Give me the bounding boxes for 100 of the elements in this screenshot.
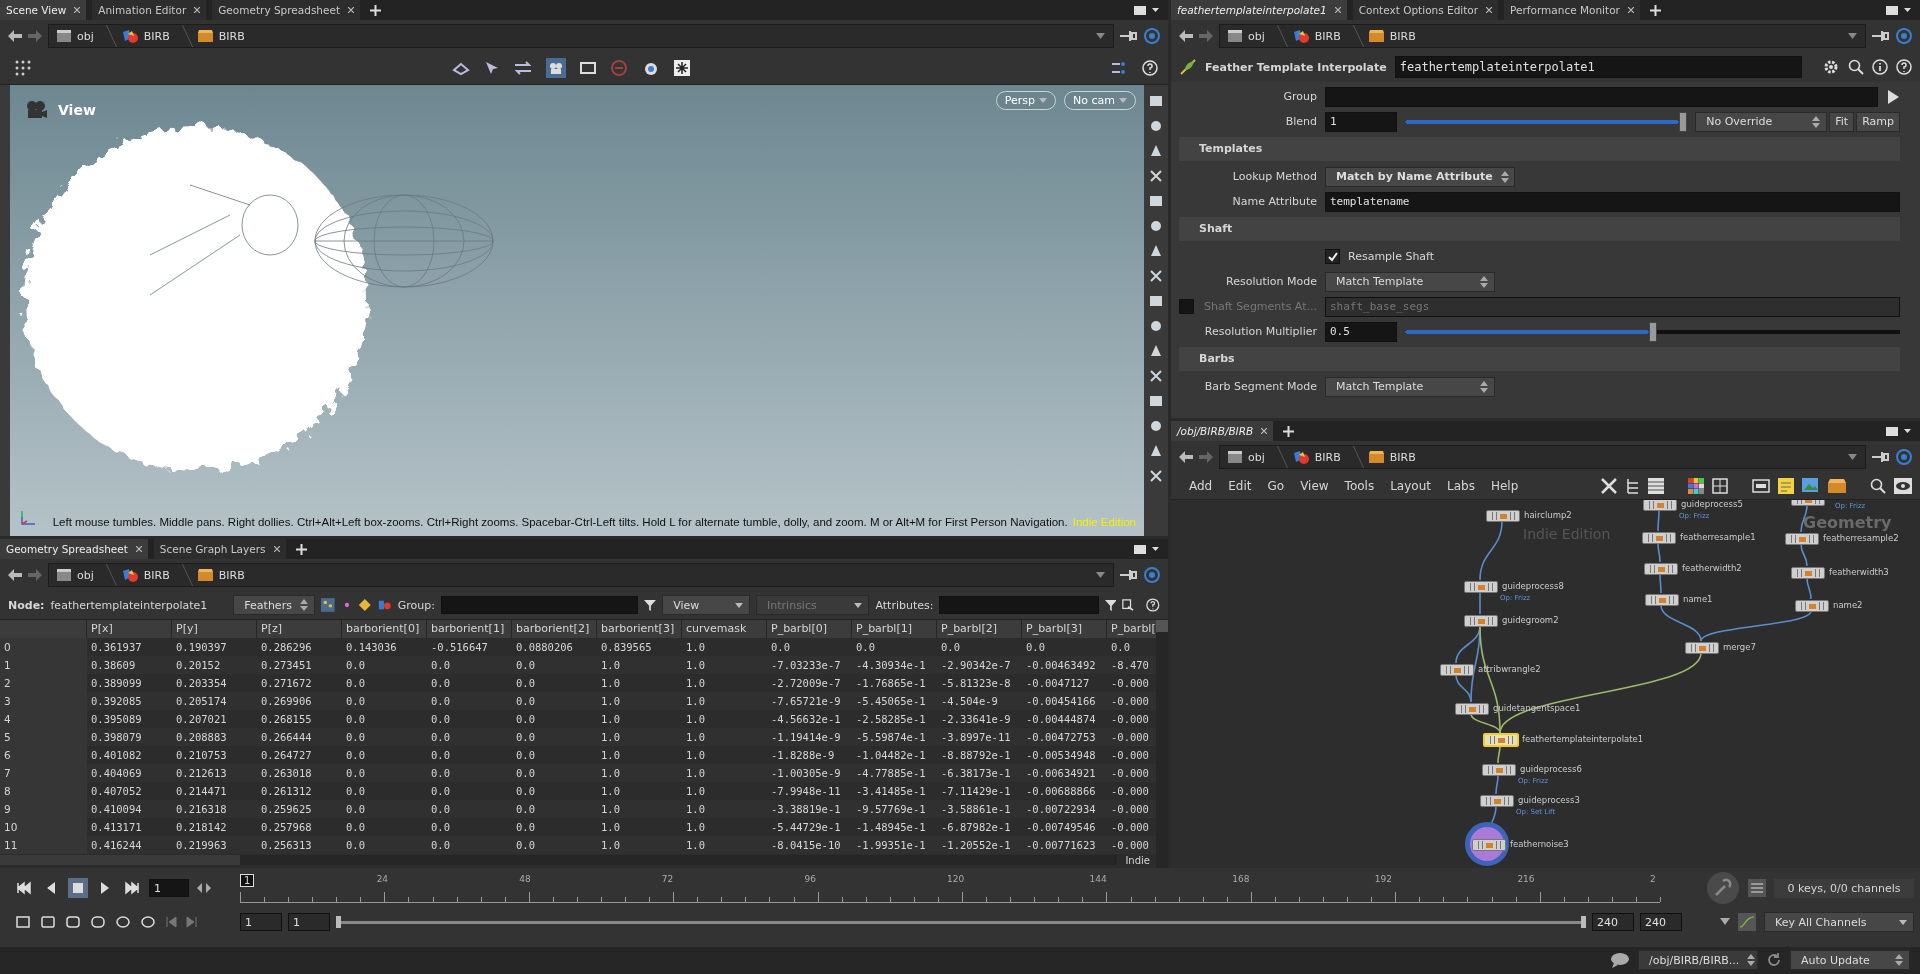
node-label[interactable]: name2 — [1833, 600, 1863, 610]
menu-item[interactable]: Go — [1263, 479, 1289, 493]
node-label[interactable]: feathertemplateinterpolate1 — [1522, 734, 1644, 744]
section-header[interactable]: Barbs — [1179, 347, 1900, 371]
column-header[interactable]: barborient[1] — [427, 620, 512, 638]
update-mode-menu[interactable]: Auto Update — [1790, 950, 1910, 971]
node-label[interactable]: featherresample1 — [1680, 532, 1756, 542]
pane-tab[interactable]: /obj/BIRB/BIRB — [1171, 421, 1274, 441]
pane-tab[interactable]: Context Options Editor — [1352, 0, 1499, 20]
text-field[interactable]: templatename — [1325, 191, 1900, 212]
node-label[interactable]: guideprocess8 — [1502, 581, 1564, 591]
menu-item[interactable]: Labs — [1442, 479, 1479, 493]
table-cell-text: -0.00463492 — [1025, 658, 1097, 673]
section-header[interactable]: Templates — [1179, 137, 1900, 161]
node-label[interactable]: hairclump2 — [1524, 510, 1572, 520]
path-segment[interactable]: BIRB — [1314, 450, 1341, 464]
node-type-label: Feather Template Interpolate — [1205, 60, 1387, 74]
range-end-field[interactable]: 240 — [1640, 913, 1682, 931]
table-cell-text: 0.0 — [345, 820, 366, 835]
column-header[interactable]: P[z] — [257, 620, 342, 638]
path-segment[interactable]: BIRB — [1314, 29, 1341, 43]
table-cell-text: -8.0415e-10 — [770, 838, 842, 853]
path-segment[interactable]: BIRB — [143, 568, 170, 582]
node-label[interactable]: guideprocess5 — [1681, 500, 1743, 509]
camera-menu-button[interactable]: No cam — [1064, 91, 1136, 110]
node-label[interactable]: name1 — [1683, 594, 1713, 604]
parameter-button[interactable]: Fit — [1829, 111, 1855, 132]
dropdown-menu[interactable]: Match Template — [1325, 271, 1495, 292]
path-segment[interactable]: obj — [77, 568, 94, 582]
frame-field[interactable]: 1 — [149, 879, 189, 897]
path-segment[interactable]: obj — [1248, 29, 1265, 43]
table-cell-text: 0.401082 — [90, 748, 143, 763]
camera-menu-button[interactable]: Persp — [995, 91, 1057, 110]
menu-item[interactable]: Help — [1486, 479, 1523, 493]
column-header[interactable]: P_barbl[3] — [1022, 620, 1107, 638]
menu-item[interactable]: Tools — [1340, 479, 1379, 493]
column-header[interactable]: P_barbl[0] — [767, 620, 852, 638]
node-label[interactable]: guideprocess3 — [1518, 795, 1580, 805]
column-header[interactable]: P_barbl[2] — [937, 620, 1022, 638]
table-cell-text: -0.00454166 — [1025, 694, 1097, 709]
column-header[interactable]: P_barbl[1] — [852, 620, 937, 638]
pane-tab[interactable]: Geometry Spreadsheet — [0, 539, 148, 559]
menu-item[interactable]: View — [1296, 479, 1333, 493]
table-cell-text: -2.33641e-9 — [940, 712, 1012, 727]
column-header[interactable]: P[y] — [172, 620, 257, 638]
node-name-field[interactable]: feathertemplateinterpolate1 — [1394, 56, 1802, 78]
pane-tab[interactable]: Scene Graph Layers — [153, 539, 286, 559]
node-label[interactable]: featherwidth2 — [1682, 563, 1742, 573]
path-field[interactable]: obj BIRB BIRB — [1219, 24, 1866, 48]
column-header[interactable]: P[x] — [87, 620, 172, 638]
path-segment[interactable]: BIRB — [218, 568, 245, 582]
range-end-field[interactable]: 240 — [1592, 913, 1634, 931]
frame-label: 48 — [519, 873, 531, 884]
table-cell-text: 0.0 — [345, 712, 366, 727]
pane-tab[interactable]: feathertemplateinterpolate1 — [1171, 0, 1347, 20]
column-header[interactable]: barborient[3] — [597, 620, 682, 638]
column-header[interactable]: barborient[0] — [342, 620, 427, 638]
path-segment[interactable]: BIRB — [143, 29, 170, 43]
path-segment[interactable]: obj — [1248, 450, 1265, 464]
node-label[interactable]: guidegroom2 — [1502, 615, 1559, 625]
column-header[interactable]: barborient[2] — [512, 620, 597, 638]
section-header[interactable]: Shaft — [1179, 217, 1900, 241]
timeline-ruler[interactable]: 1 24 48 72 96 120 144 168 192 216 2 — [240, 873, 1660, 903]
menu-item[interactable]: Layout — [1386, 479, 1435, 493]
table-cell-text: -0.000 — [1110, 784, 1150, 799]
override-menu[interactable]: No Override — [1695, 111, 1828, 132]
node-label[interactable]: guideprocess6 — [1520, 764, 1582, 774]
table-cell-text: -9.57769e-1 — [855, 802, 927, 817]
column-header[interactable]: P_barbl[ — [1107, 620, 1156, 638]
current-frame-marker[interactable]: 1 — [240, 873, 255, 887]
path-segment[interactable]: BIRB — [1389, 29, 1416, 43]
path-segment[interactable]: BIRB — [1389, 450, 1416, 464]
range-start-field[interactable]: 1 — [288, 913, 330, 931]
path-segment[interactable]: obj — [77, 29, 94, 43]
view-menu[interactable]: View — [662, 595, 751, 615]
dropdown-menu[interactable]: Match Template — [1325, 376, 1495, 397]
dropdown-menu[interactable]: Match by Name Attribute — [1325, 166, 1515, 187]
pane-tab[interactable]: Geometry Spreadsheet — [212, 0, 361, 20]
parameter-button[interactable]: Ramp — [1856, 111, 1900, 132]
number-field[interactable]: 1 — [1325, 111, 1397, 132]
pane-tab[interactable]: Performance Monitor — [1504, 0, 1640, 20]
class-menu[interactable]: Feathers — [233, 595, 315, 615]
path-field[interactable]: obj BIRB BIRB — [48, 24, 1114, 48]
range-start-field[interactable]: 1 — [240, 913, 282, 931]
pane-tab[interactable]: Scene View — [0, 0, 87, 20]
key-all-channels-menu[interactable]: Key All Channels — [1764, 912, 1914, 932]
node-label[interactable]: merge7 — [1723, 642, 1756, 652]
node-label[interactable]: featherwidth3 — [1829, 567, 1889, 577]
path-segment[interactable]: BIRB — [218, 29, 245, 43]
path-field[interactable]: obj BIRB BIRB — [1219, 445, 1866, 469]
node-label[interactable]: featherresample2 — [1823, 533, 1899, 543]
node-label[interactable]: feathernoise3 — [1510, 839, 1569, 849]
table-cell-text: -0.00722934 — [1025, 802, 1097, 817]
column-header[interactable]: curvemask — [682, 620, 767, 638]
path-menu[interactable]: /obj/BIRB/BIRB... — [1638, 950, 1758, 971]
number-field[interactable]: 0.5 — [1325, 321, 1397, 342]
pane-tab[interactable]: Animation Editor — [92, 0, 207, 20]
path-field[interactable]: obj BIRB BIRB — [48, 563, 1114, 587]
menu-item[interactable]: Edit — [1224, 479, 1256, 493]
menu-item[interactable]: Add — [1185, 479, 1217, 493]
